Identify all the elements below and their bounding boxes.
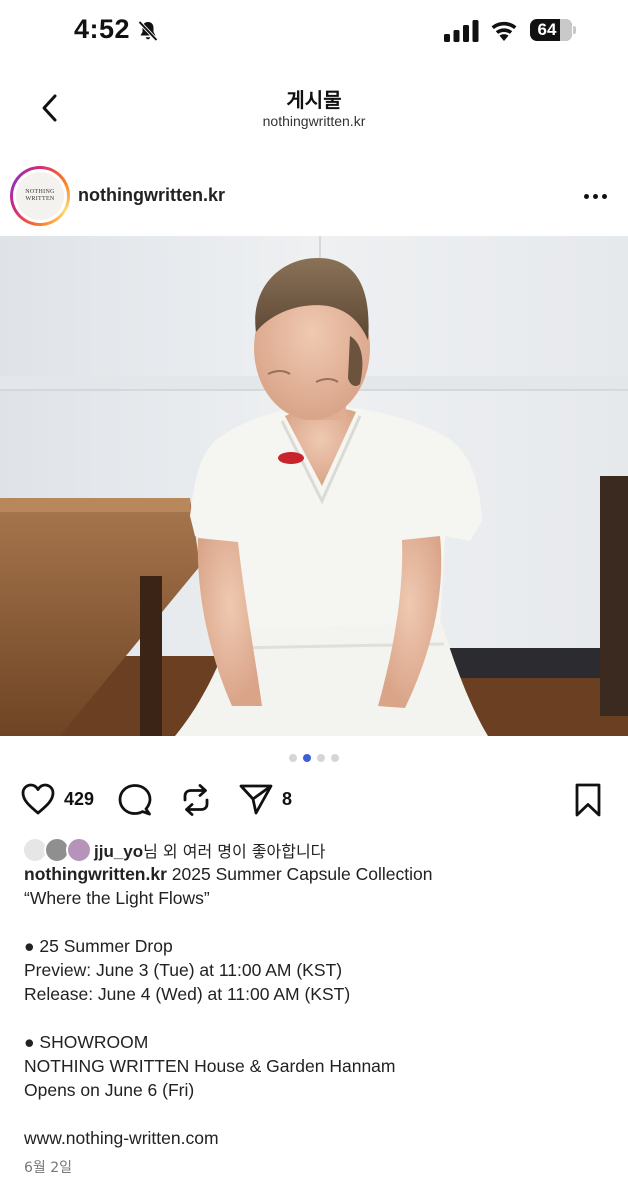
battery-indicator: 64 [530, 19, 576, 43]
heart-icon [21, 783, 55, 815]
carousel-dot [317, 754, 325, 762]
post-date: 6월 2일 [24, 1160, 73, 1176]
caption-line: www.nothing-written.com [24, 1128, 219, 1148]
comment-button[interactable] [117, 782, 153, 818]
share-count: 8 [282, 788, 293, 809]
liker-avatars [22, 837, 94, 863]
carousel-indicator [0, 754, 628, 764]
post-username[interactable]: nothingwritten.kr [78, 185, 225, 206]
more-options-button[interactable] [578, 186, 612, 206]
repost-icon [183, 784, 209, 816]
post-photo[interactable] [0, 236, 628, 736]
page-title: 게시물 [286, 88, 342, 112]
caption-line: NOTHING WRITTEN House & Garden Hannam [24, 1056, 396, 1076]
page-header: 게시물 nothingwritten.kr [0, 70, 628, 150]
carousel-dot [331, 754, 339, 762]
page-subtitle[interactable]: nothingwritten.kr [0, 113, 628, 129]
post-photo-image [0, 236, 628, 736]
caption-line: ● SHOWROOM [24, 1032, 149, 1052]
post-header: NOTHING WRITTEN nothingwritten.kr [0, 160, 628, 234]
bookmark-icon [575, 783, 601, 817]
wifi-icon [491, 21, 517, 41]
caption-line: Preview: June 3 (Tue) at 11:00 AM (KST) [24, 960, 343, 980]
send-icon [239, 784, 273, 815]
caption-username[interactable]: nothingwritten.kr [24, 864, 167, 884]
caption-line: ● 25 Summer Drop [24, 936, 173, 956]
save-button[interactable] [572, 782, 604, 818]
ellipsis-icon [583, 193, 589, 199]
comment-icon [118, 784, 152, 816]
like-button[interactable]: 429 [20, 782, 94, 816]
battery-level: 64 [537, 20, 557, 39]
status-bar: 4:52 64 [0, 0, 628, 64]
bell-slash-icon [138, 20, 158, 42]
caption-line: Release: June 4 (Wed) at 11:00 AM (KST) [24, 984, 351, 1004]
cellular-signal-icon [444, 20, 479, 42]
likes-summary[interactable]: jju_yo님 외 여러 명이 좋아합니다 [22, 836, 622, 864]
likes-text: jju_yo님 외 여러 명이 좋아합니다 [94, 842, 326, 861]
caption-line: “Where the Light Flows” [24, 888, 210, 908]
brand-logo: NOTHING WRITTEN [16, 172, 64, 220]
avatar[interactable]: NOTHING WRITTEN [10, 166, 70, 226]
avatar [66, 837, 92, 863]
post-caption: nothingwritten.kr 2025 Summer Capsule Co… [24, 862, 614, 1150]
caption-text: 2025 Summer Capsule Collection [171, 864, 433, 884]
caption-line: Opens on June 6 (Fri) [24, 1080, 195, 1100]
carousel-dot [289, 754, 297, 762]
carousel-dot [303, 754, 311, 762]
like-count: 429 [64, 788, 95, 809]
post-actions: 429 8 [0, 776, 628, 826]
share-button[interactable]: 8 [238, 782, 292, 816]
status-time: 4:52 [74, 14, 131, 44]
repost-button[interactable] [178, 782, 214, 818]
